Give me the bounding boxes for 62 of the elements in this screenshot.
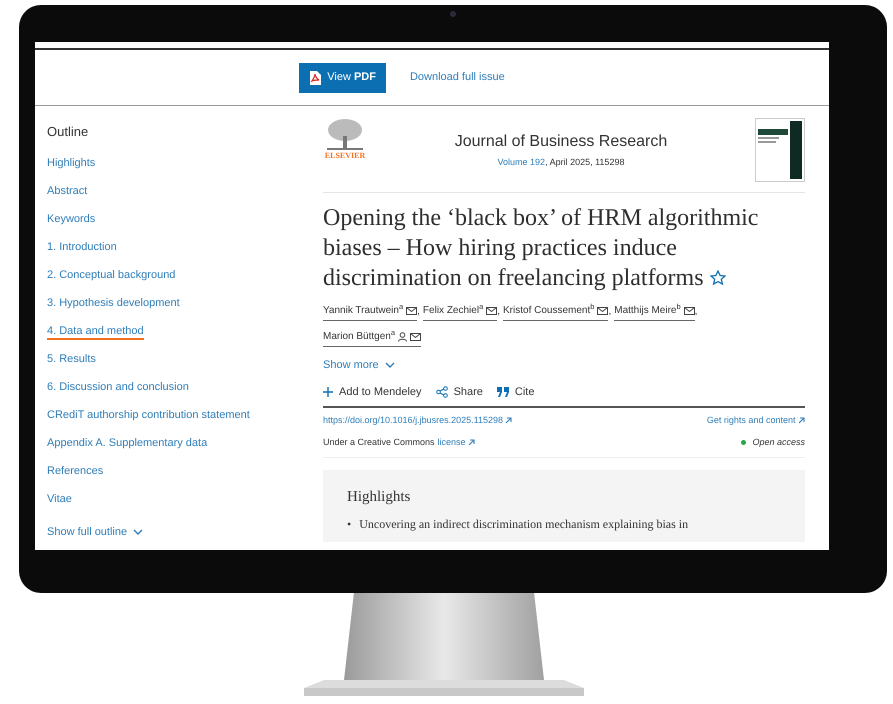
share-icon	[436, 386, 448, 398]
author-link[interactable]: Kristof Coussement$^{b}$	[503, 303, 608, 321]
show-full-outline-link[interactable]: Show full outline	[47, 524, 128, 540]
author-link[interactable]: Matthijs Meire$^{b}$	[614, 303, 695, 321]
comma: ,	[497, 305, 500, 319]
star-icon[interactable]	[710, 270, 726, 286]
tree-logo-drawing	[325, 118, 365, 150]
outline-link[interactable]: 5. Results	[47, 352, 96, 368]
highlights-heading: Highlights	[347, 488, 412, 507]
outline-link[interactable]: Highlights	[47, 156, 96, 172]
chevron-down-icon	[384, 362, 395, 368]
volume-link[interactable]: Volume 192	[498, 157, 546, 167]
external-link-icon	[798, 417, 805, 424]
comma: ,	[694, 305, 698, 319]
journal-name: Journal of Business Research	[454, 132, 668, 152]
external-link-icon	[468, 438, 476, 446]
publisher-name: ELSEVIER	[324, 150, 366, 162]
open-access-label: Open access	[752, 436, 805, 449]
envelope-icon[interactable]	[406, 307, 418, 315]
plus-icon	[323, 386, 333, 397]
author-link[interactable]: Felix Zechiel$^{a}$	[422, 303, 498, 321]
view-pdf-button[interactable]: View PDF	[299, 62, 386, 92]
show-more-link[interactable]: Show more	[323, 357, 379, 374]
outline-link[interactable]: 6. Discussion and conclusion	[47, 380, 189, 396]
license-link[interactable]: license	[438, 436, 476, 449]
outline-heading: Outline	[47, 123, 90, 141]
article-title: Opening the ‘black box’ of HRM algorithmic biases – How hiring practices induce discrimination on freelancing platforms	[323, 204, 760, 293]
quote-icon	[496, 386, 509, 397]
outline-link[interactable]: 4. Data and method	[47, 324, 144, 340]
highlight-text: Uncovering an indirect discrimination mechanism explaining bias in	[359, 516, 688, 532]
outline-link[interactable]: Abstract	[47, 184, 88, 200]
author-link[interactable]: Yannik Trautwein$^{a}$	[323, 303, 418, 321]
rights-link[interactable]: Get rights and content	[706, 414, 805, 428]
envelope-icon[interactable]	[410, 333, 421, 341]
chevron-down-icon	[133, 528, 144, 535]
doi-link[interactable]: https://doi.org/10.1016/j.jbusres.2025.115298	[323, 414, 512, 428]
bullet-mark: •	[347, 516, 352, 532]
envelope-icon[interactable]	[597, 307, 608, 315]
outline-link[interactable]: Appendix A. Supplementary data	[47, 436, 208, 452]
envelope-icon[interactable]	[684, 307, 695, 315]
outline-link[interactable]: 3. Hypothesis development	[47, 296, 180, 312]
comma: ,	[608, 305, 612, 319]
external-link-icon	[505, 417, 512, 424]
outline-link[interactable]: 1. Introduction	[47, 240, 117, 256]
add-to-mendeley-button[interactable]: Add to Mendeley	[323, 384, 422, 400]
author-link[interactable]: Marion Büttgen$^{a}$	[323, 329, 421, 347]
cite-button[interactable]: Cite	[496, 384, 534, 400]
comma: ,	[417, 305, 420, 319]
journal-cover-thumbnail	[755, 118, 805, 182]
pdf-file-icon	[309, 70, 322, 84]
outline-link[interactable]: References	[47, 464, 104, 480]
issue-details: , April 2025, 115298	[545, 157, 624, 167]
outline-link[interactable]: CRediT authorship contribution statement	[47, 408, 250, 424]
outline-link[interactable]: Keywords	[47, 212, 96, 228]
share-button[interactable]: Share	[436, 384, 483, 400]
download-link[interactable]: Download full issue	[410, 69, 505, 86]
envelope-icon[interactable]	[486, 307, 498, 315]
outline-link[interactable]: Vitae	[47, 492, 72, 508]
camera-icon	[450, 11, 456, 17]
license-text: Under a Creative Commons	[323, 436, 435, 448]
outline-link[interactable]: 2. Conceptual background	[47, 268, 176, 284]
person-icon	[398, 332, 407, 342]
